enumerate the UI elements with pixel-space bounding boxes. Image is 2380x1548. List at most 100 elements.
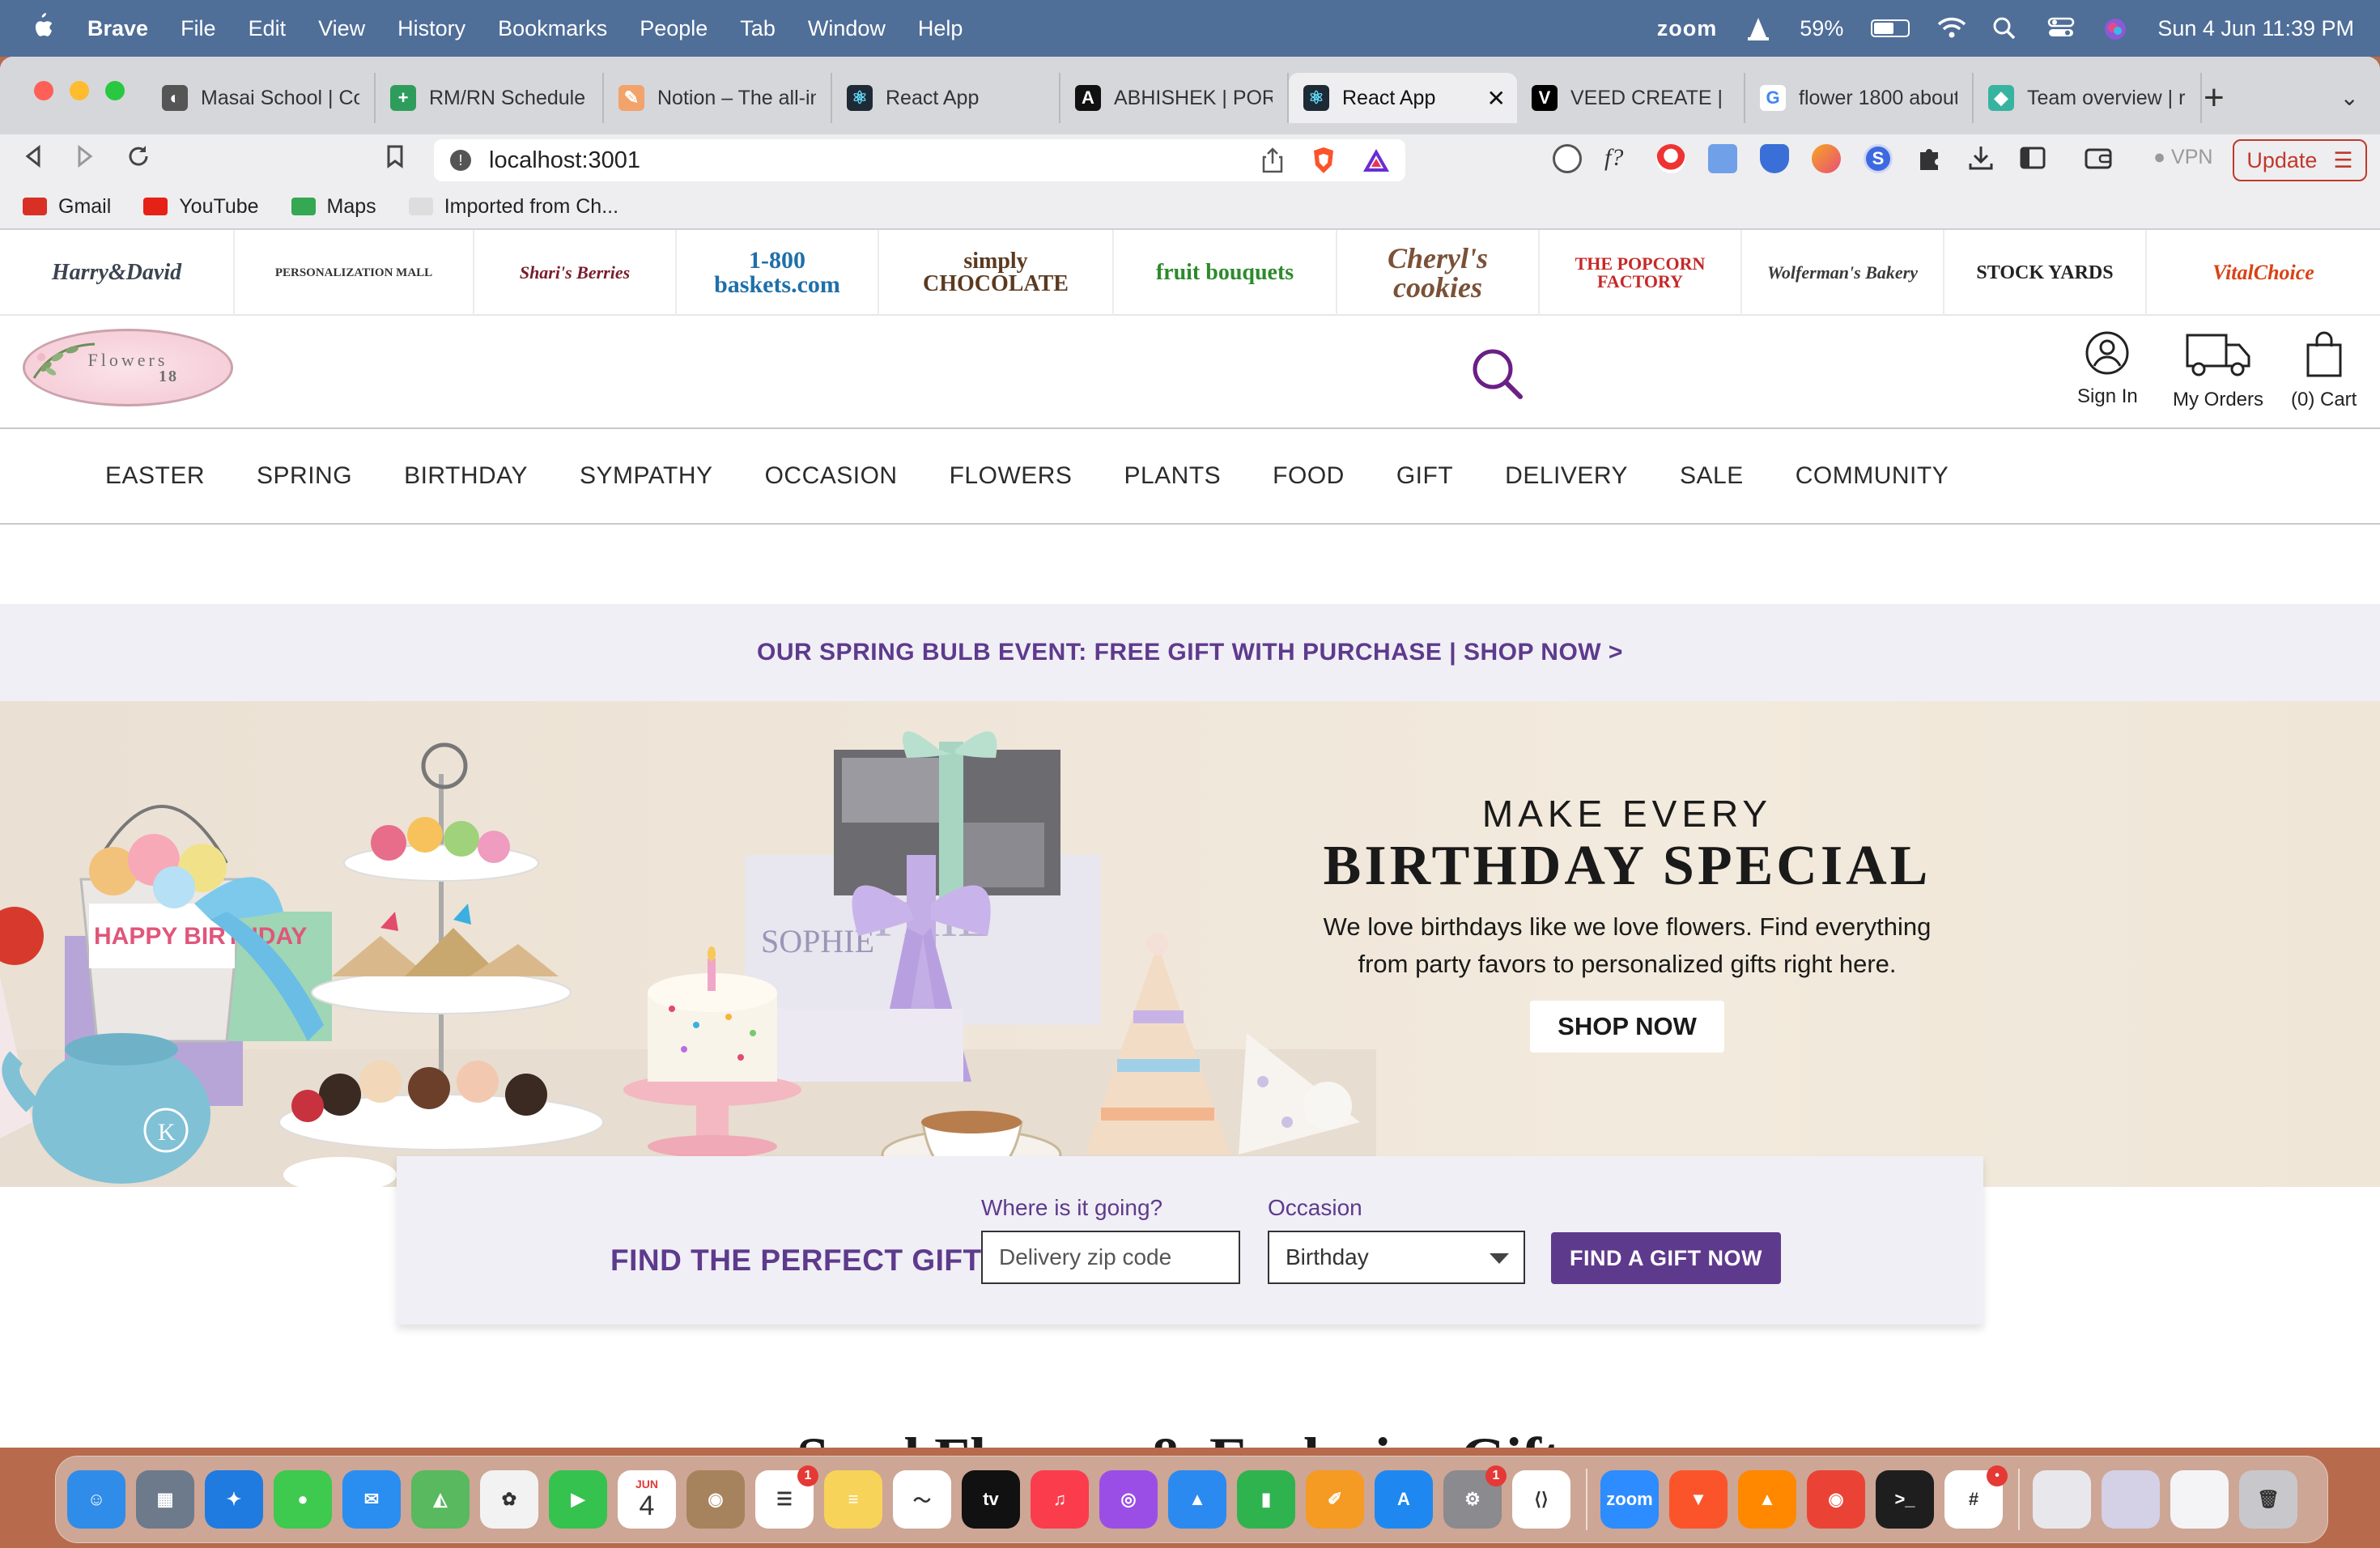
brand-logo-link[interactable]: fruit bouquets (1114, 230, 1337, 316)
bookmark-item[interactable]: YouTube (143, 195, 259, 219)
brand-logo-link[interactable]: Shari's Berries (474, 230, 677, 316)
clock[interactable]: Sun 4 Jun 11:39 PM (2157, 16, 2354, 41)
shop-now-button[interactable]: SHOP NOW (1530, 1001, 1724, 1053)
menu-help[interactable]: Help (918, 16, 963, 41)
tab-search-chevron-icon[interactable]: ⌄ (2340, 84, 2359, 111)
dock-launchpad-icon[interactable]: ▦ (136, 1470, 194, 1529)
menu-file[interactable]: File (181, 16, 216, 41)
new-tab-button[interactable]: + (2204, 78, 2225, 118)
dock-screenshot-2-icon[interactable] (2102, 1470, 2160, 1529)
menu-window[interactable]: Window (808, 16, 886, 41)
vpn-button[interactable]: ● VPN (2153, 146, 2212, 169)
nav-item-birthday[interactable]: BIRTHDAY (404, 462, 528, 490)
dock-vlc-icon[interactable]: ▲ (1738, 1470, 1796, 1529)
dock-safari-icon[interactable]: ✦ (205, 1470, 263, 1529)
nav-item-food[interactable]: FOOD (1273, 462, 1345, 490)
nav-item-plants[interactable]: PLANTS (1124, 462, 1221, 490)
find-gift-button[interactable]: FIND A GIFT NOW (1551, 1232, 1781, 1284)
hero-banner[interactable]: HAPPY BIRTHDAY K SOPHIE MAKE EVERY BIRTH… (0, 701, 2380, 1187)
wallet-icon[interactable] (2084, 144, 2113, 173)
brand-logo-link[interactable]: Cheryl's cookies (1337, 230, 1540, 316)
brand-logo-link[interactable]: THE POPCORN FACTORY (1540, 230, 1742, 316)
close-window-button[interactable] (34, 81, 53, 100)
brand-logo-link[interactable]: PERSONALIZATION MALL (235, 230, 474, 316)
brand-logo-link[interactable]: Harry&David (0, 230, 235, 316)
dock-vscode-icon[interactable]: ⟨⟩ (1512, 1470, 1570, 1529)
dock-podcasts-icon[interactable]: ◎ (1099, 1470, 1158, 1529)
browser-tab[interactable]: Gflower 1800 about (1745, 73, 1974, 123)
brand-logo-link[interactable]: VitalChoice (2147, 230, 2380, 316)
dock-messages-icon[interactable]: ● (274, 1470, 332, 1529)
dock-finder-icon[interactable]: ☺ (67, 1470, 125, 1529)
dock-system-settings-icon[interactable]: ⚙ 1 (1443, 1465, 1507, 1529)
sidebar-toggle-icon[interactable] (2019, 144, 2048, 173)
update-button[interactable]: Update ☰ (2233, 139, 2367, 181)
browser-tab[interactable]: ◐ Masai School | Co (147, 73, 376, 123)
dock-calendar-icon[interactable]: JUN 4 (618, 1470, 676, 1529)
browser-tab[interactable]: ◆ Team overview | ra (1974, 73, 2202, 123)
browser-tab[interactable]: ⚛ React App ✕ (1289, 73, 1517, 123)
nav-item-sympathy[interactable]: SYMPATHY (580, 462, 713, 490)
nav-item-occasion[interactable]: OCCASION (765, 462, 898, 490)
siri-icon[interactable] (2102, 16, 2130, 40)
dock-numbers-icon[interactable]: ▮ (1237, 1470, 1295, 1529)
extension-shield-icon[interactable] (1760, 144, 1789, 173)
dock-freeform-icon[interactable]: 〜 (893, 1470, 951, 1529)
zoom-window-button[interactable] (105, 81, 125, 100)
dock-maps-icon[interactable]: ◭ (411, 1470, 470, 1529)
minimize-window-button[interactable] (70, 81, 89, 100)
dock-reminders-icon[interactable]: ☰ 1 (755, 1465, 818, 1529)
brand-logo-link[interactable]: STOCK YARDS (1944, 230, 2147, 316)
dock-chrome-icon[interactable]: ◉ (1807, 1470, 1865, 1529)
promo-banner[interactable]: OUR SPRING BULB EVENT: FREE GIFT WITH PU… (0, 604, 2380, 701)
reload-button[interactable] (126, 144, 151, 175)
browser-tab[interactable]: ✎ Notion – The all-in (604, 73, 832, 123)
forward-button[interactable] (74, 144, 96, 175)
browser-tab[interactable]: ⚛ React App (832, 73, 1060, 123)
extension-formula-icon[interactable]: f? (1604, 144, 1634, 173)
bookmark-item[interactable]: Imported from Ch... (408, 195, 618, 219)
nav-item-gift[interactable]: GIFT (1396, 462, 1453, 490)
dock-app-store-icon[interactable]: A (1375, 1470, 1433, 1529)
dock-slack-icon[interactable]: # • (1944, 1465, 2008, 1529)
dock-facetime-icon[interactable]: ▶ (549, 1470, 607, 1529)
menu-people[interactable]: People (640, 16, 708, 41)
menu-app-name[interactable]: Brave (87, 16, 148, 41)
extension-color-picker-icon[interactable] (1812, 144, 1841, 173)
site-search-icon[interactable] (1468, 345, 1527, 403)
dock-notes-icon[interactable]: ≡ (824, 1470, 882, 1529)
battery-icon[interactable] (1871, 19, 1910, 37)
extension-clipboard-icon[interactable] (1708, 144, 1737, 173)
dock-screenshot-3-icon[interactable] (2170, 1470, 2229, 1529)
brand-logo-link[interactable]: Wolferman's Bakery (1742, 230, 1944, 316)
promo-text[interactable]: OUR SPRING BULB EVENT: FREE GIFT WITH PU… (757, 639, 1623, 666)
dock-photos-icon[interactable]: ✿ (480, 1470, 538, 1529)
close-tab-icon[interactable]: ✕ (1487, 85, 1506, 112)
url-text[interactable]: localhost:3001 (489, 147, 640, 174)
cart-link[interactable]: (0) Cart (2291, 330, 2357, 411)
dock-brave-icon[interactable]: ▼ (1669, 1470, 1728, 1529)
vlc-status-icon[interactable] (1745, 16, 1772, 40)
extension-pokeball-icon[interactable] (1656, 144, 1685, 173)
brand-logo-link[interactable]: 1-800 baskets.com (677, 230, 879, 316)
dock-keynote-icon[interactable]: ▲ (1168, 1470, 1226, 1529)
flowers18-logo[interactable]: Flowers 18 (23, 329, 233, 406)
nav-item-easter[interactable]: EASTER (105, 462, 205, 490)
spotlight-search-icon[interactable] (1992, 16, 2020, 40)
zoom-status-item[interactable]: zoom (1657, 16, 1718, 41)
back-button[interactable] (23, 144, 44, 175)
dock-contacts-icon[interactable]: ◉ (686, 1470, 745, 1529)
bookmark-item[interactable]: Maps (291, 195, 376, 219)
apple-menu-icon[interactable] (29, 11, 62, 45)
nav-item-flowers[interactable]: FLOWERS (950, 462, 1073, 490)
dock-pages-icon[interactable]: ✐ (1306, 1470, 1364, 1529)
zip-code-input[interactable]: Delivery zip code (981, 1231, 1240, 1284)
browser-tab[interactable]: + RM/RN Schedule N (376, 73, 604, 123)
nav-item-sale[interactable]: SALE (1680, 462, 1744, 490)
control-center-icon[interactable] (2047, 16, 2075, 40)
bookmark-page-icon[interactable] (385, 144, 405, 175)
nav-item-spring[interactable]: SPRING (257, 462, 352, 490)
dock-apple-tv-icon[interactable]: tv (962, 1470, 1020, 1529)
share-icon[interactable] (1261, 147, 1284, 177)
brave-shields-icon[interactable] (1310, 146, 1337, 179)
